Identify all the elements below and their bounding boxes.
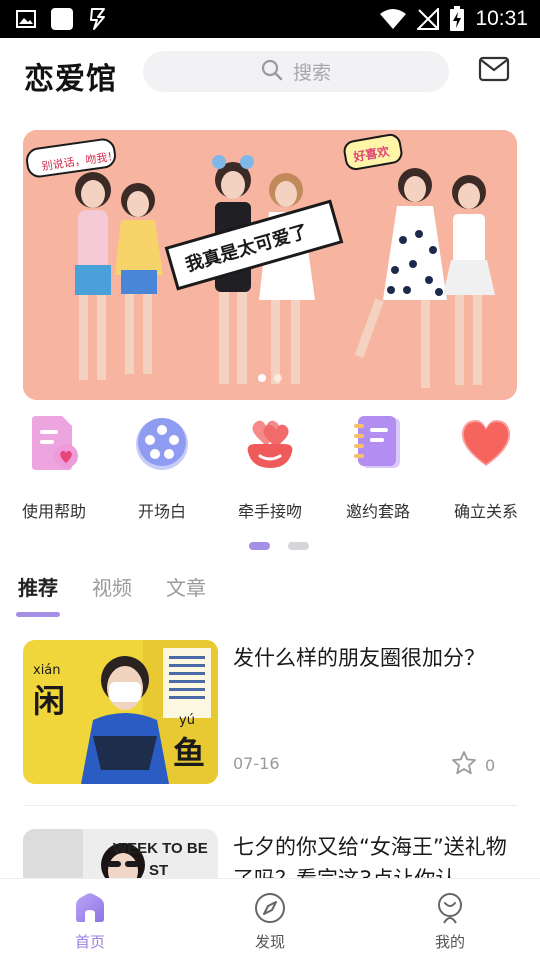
image-icon	[16, 9, 36, 29]
article-thumbnail: xián 闲 yú 鱼	[23, 640, 218, 784]
promo-banner[interactable]: 别说话，吻我！ 我真是太可爱了 好喜欢	[23, 130, 517, 400]
app-title: 恋爱馆	[24, 62, 117, 97]
svg-text:鱼: 鱼	[173, 734, 205, 772]
notebook-icon	[346, 410, 410, 474]
banner-indicator	[23, 374, 517, 382]
home-icon	[73, 891, 107, 925]
tab-video[interactable]: 视频	[92, 574, 132, 620]
svg-text:yú: yú	[179, 713, 195, 728]
category-invite[interactable]: 邀约套路	[324, 408, 432, 522]
nav-home[interactable]: 首页	[40, 891, 140, 952]
film-reel-icon	[130, 410, 194, 474]
mail-button[interactable]	[478, 56, 512, 86]
nav-label: 发现	[254, 933, 285, 951]
article-card[interactable]: xián 闲 yú 鱼 发什么样的朋友圈很加分？ 07-16 0	[23, 640, 517, 790]
profile-icon	[433, 891, 467, 925]
nav-profile[interactable]: 我的	[400, 891, 500, 952]
article-title: 七夕的你又给“女海王”送礼物了吗？看完这3点让你认	[233, 835, 507, 879]
nav-label: 我的	[434, 933, 465, 951]
svg-text:ST: ST	[149, 862, 168, 879]
bolt-icon	[88, 7, 108, 31]
search-bar[interactable]: 搜索	[143, 51, 449, 92]
divider	[23, 805, 517, 806]
battery-charging-icon	[449, 6, 465, 32]
category-relationship[interactable]: 确立关系	[432, 408, 540, 522]
category-row: 使用帮助 开场白 牵手接吻 邀约套路 确立关系	[0, 408, 540, 528]
svg-text:闲: 闲	[33, 682, 65, 720]
banner-dot	[258, 374, 266, 382]
category-label: 邀约套路	[345, 502, 410, 521]
category-hand-kiss[interactable]: 牵手接吻	[216, 408, 324, 522]
heart-icon	[454, 410, 518, 474]
tab-article[interactable]: 文章	[166, 574, 206, 620]
mail-icon	[478, 56, 510, 86]
nav-label: 首页	[74, 933, 105, 951]
category-pager	[249, 542, 309, 550]
bottom-navigation: 首页 发现 我的	[0, 878, 540, 960]
category-label: 开场白	[137, 502, 186, 521]
pager-dot	[249, 542, 270, 550]
search-icon	[261, 59, 283, 85]
category-help[interactable]: 使用帮助	[0, 408, 108, 522]
article-title: 发什么样的朋友圈很加分？	[233, 646, 485, 670]
header: 恋爱馆 搜索	[0, 38, 540, 108]
content-tabs: 推荐 视频 文章	[16, 574, 206, 620]
pager-dot	[288, 542, 309, 550]
category-label: 确立关系	[453, 502, 518, 521]
banner-image: 别说话，吻我！ 我真是太可爱了 好喜欢	[23, 130, 517, 400]
star-icon	[451, 750, 477, 780]
status-bar: 10:31	[0, 0, 540, 38]
square-icon	[50, 7, 74, 31]
category-opener[interactable]: 开场白	[108, 408, 216, 522]
article-card[interactable]: WEEK TO BE ST 七夕的你又给“女海王”送礼物了吗？看完这3点让你认	[23, 829, 517, 879]
svg-text:WEEK TO BE: WEEK TO BE	[113, 840, 208, 857]
banner-dot	[274, 374, 282, 382]
wifi-icon	[379, 8, 407, 30]
search-placeholder: 搜索	[292, 62, 331, 84]
status-time: 10:31	[475, 7, 528, 30]
nav-discover[interactable]: 发现	[220, 891, 320, 952]
svg-text:xián: xián	[33, 663, 61, 678]
compass-icon	[253, 891, 287, 925]
help-document-icon	[22, 410, 86, 474]
article-thumbnail: WEEK TO BE ST	[23, 829, 218, 879]
article-date: 07-16	[233, 754, 280, 773]
hearts-icon	[238, 410, 302, 474]
no-signal-icon	[417, 8, 440, 30]
category-label: 牵手接吻	[237, 502, 302, 521]
category-label: 使用帮助	[21, 502, 86, 521]
tab-recommend[interactable]: 推荐	[16, 574, 60, 620]
favorite-count: 0	[485, 755, 496, 775]
favorite-button[interactable]: 0	[451, 750, 495, 780]
